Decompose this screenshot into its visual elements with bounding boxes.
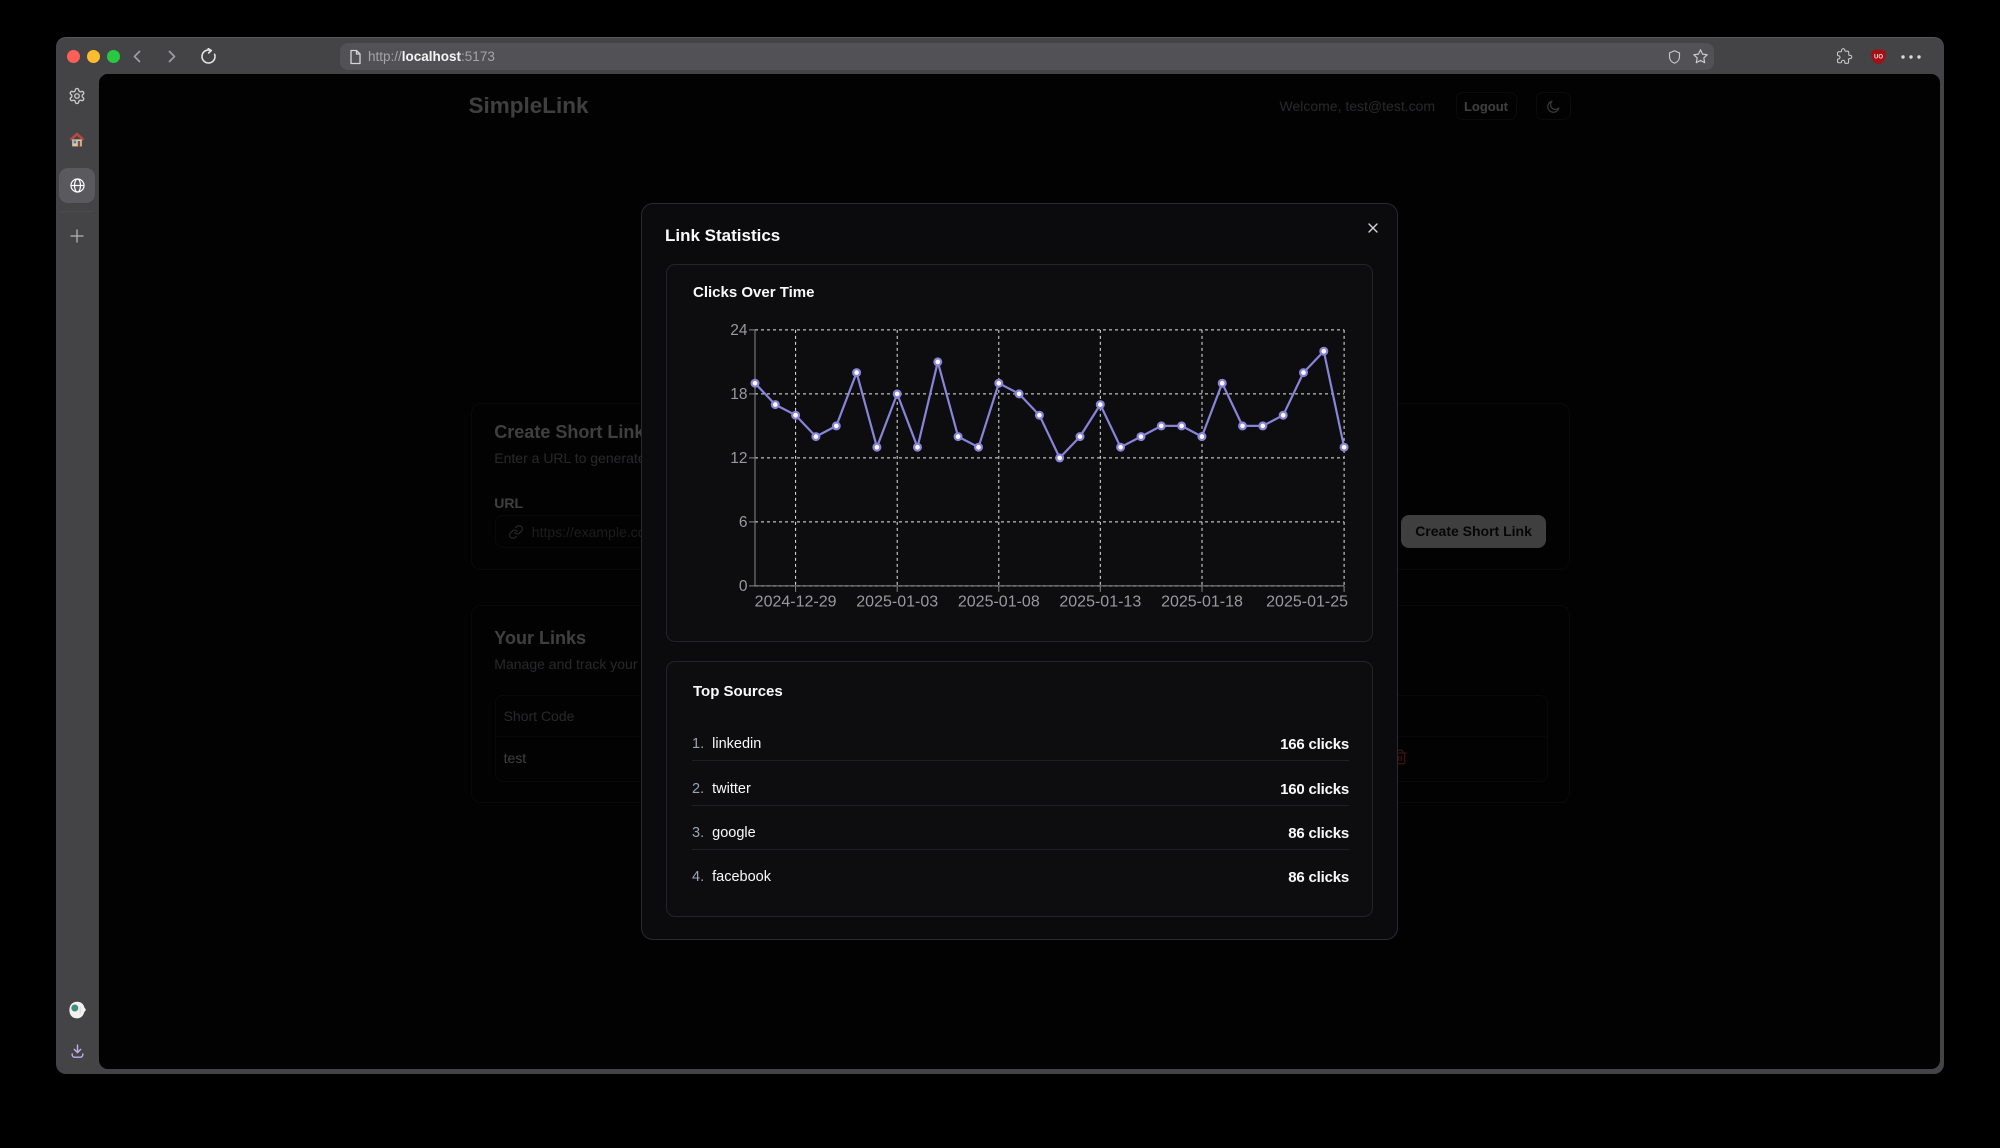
- svg-text:6: 6: [739, 514, 748, 531]
- svg-text:0: 0: [739, 578, 748, 595]
- svg-text:2024-12-29: 2024-12-29: [755, 593, 837, 610]
- svg-text:24: 24: [730, 322, 748, 339]
- svg-text:18: 18: [730, 386, 747, 403]
- svg-text:2025-01-25: 2025-01-25: [1266, 593, 1348, 610]
- svg-text:2025-01-18: 2025-01-18: [1161, 593, 1243, 610]
- svg-text:2025-01-03: 2025-01-03: [856, 593, 938, 610]
- svg-text:12: 12: [730, 450, 747, 467]
- svg-text:2025-01-08: 2025-01-08: [958, 593, 1040, 610]
- svg-text:UO: UO: [1874, 55, 1883, 61]
- svg-text:2025-01-13: 2025-01-13: [1059, 593, 1141, 610]
